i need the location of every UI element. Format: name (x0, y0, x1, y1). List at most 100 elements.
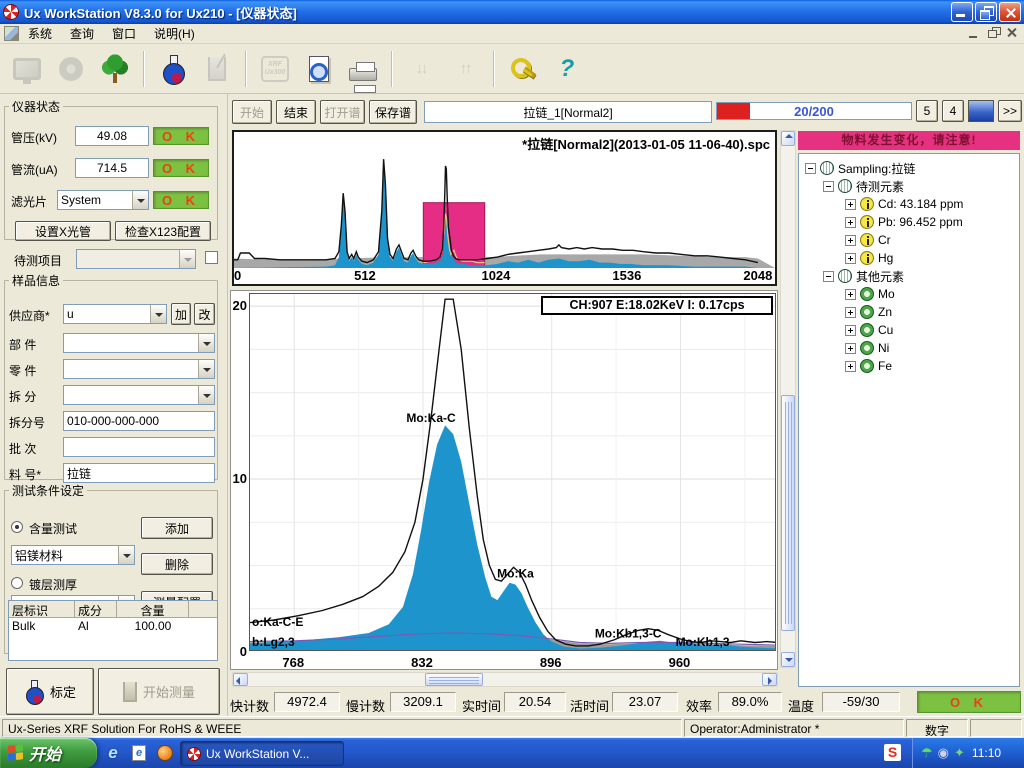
scroll-left-button[interactable] (233, 673, 248, 686)
chart-vertical-scrollbar[interactable] (780, 130, 796, 668)
collapse-icon[interactable] (823, 271, 834, 282)
expand-icon[interactable] (845, 361, 856, 372)
report-preview-icon[interactable] (300, 49, 338, 89)
menu-item[interactable]: 系统 (19, 23, 61, 44)
horizontal-scroll-thumb[interactable] (425, 673, 483, 686)
expand-icon[interactable] (845, 199, 856, 210)
ime-s-icon[interactable]: S (884, 744, 901, 761)
explorer-doc-icon[interactable]: e (130, 744, 148, 762)
menu-item[interactable]: 窗口 (103, 23, 145, 44)
sample-input-5[interactable]: 拉链 (63, 463, 215, 483)
tree-item[interactable]: Pb: 96.452 ppm (799, 213, 1019, 231)
calibrate-button[interactable]: 标定 (6, 668, 94, 715)
content-test-radio[interactable] (11, 521, 23, 533)
expand-icon[interactable] (845, 217, 856, 228)
coating-test-radio[interactable] (11, 577, 23, 589)
expand-icon[interactable] (845, 343, 856, 354)
scroll-right-button[interactable] (762, 673, 777, 686)
chevron-down-icon[interactable] (198, 360, 214, 378)
tree-item[interactable]: Zn (799, 303, 1019, 321)
next-page-button[interactable]: >> (998, 100, 1022, 122)
page-button-4[interactable]: 4 (942, 100, 964, 122)
add-supplier-button[interactable]: 加 (171, 303, 191, 325)
chevron-down-icon[interactable] (150, 305, 166, 323)
collapse-icon[interactable] (823, 181, 834, 192)
page-button-5[interactable]: 5 (916, 100, 938, 122)
tree-item[interactable]: Sampling:拉链 (799, 159, 1019, 177)
minimize-button[interactable] (951, 2, 973, 22)
axis-tick-label: 960 (669, 655, 691, 670)
table-row[interactable]: Bulk Al 100.00 (9, 618, 217, 634)
sample-select-1[interactable] (63, 359, 215, 379)
counter-label: 快计数 (230, 696, 269, 715)
ie-icon[interactable]: e (104, 744, 122, 762)
set-xray-tube-button[interactable]: 设置X光管 (15, 221, 111, 241)
child-window-icon[interactable] (4, 26, 19, 41)
vertical-scroll-thumb[interactable] (781, 395, 795, 631)
mdi-minimize-button[interactable] (967, 26, 982, 40)
spectrum-stop-button[interactable]: 结束 (276, 100, 316, 124)
chevron-down-icon[interactable] (132, 191, 148, 209)
tree-item[interactable]: Cd: 43.184 ppm (799, 195, 1019, 213)
expand-icon[interactable] (845, 235, 856, 246)
tree-item-label: Pb: 96.452 ppm (878, 215, 963, 229)
material-select[interactable]: 铝镁材料 (11, 545, 135, 565)
help-icon[interactable]: ? (548, 49, 586, 89)
expand-icon[interactable] (845, 289, 856, 300)
chevron-down-icon[interactable] (118, 546, 134, 564)
sample-select-0[interactable] (63, 333, 215, 353)
pending-item-checkbox[interactable] (205, 251, 218, 264)
menu-item[interactable]: 查询 (61, 23, 103, 44)
tree-item[interactable]: Fe (799, 357, 1019, 375)
expand-icon[interactable] (845, 325, 856, 336)
modify-supplier-button[interactable]: 改 (194, 303, 215, 325)
tree-icon[interactable] (96, 49, 134, 89)
tree-item[interactable]: 待测元素 (799, 177, 1019, 195)
chevron-down-icon[interactable] (198, 386, 214, 404)
tiger-icon[interactable] (156, 744, 174, 762)
sample-select-2[interactable] (63, 385, 215, 405)
tree-item[interactable]: 其他元素 (799, 267, 1019, 285)
tree-item[interactable]: Cu (799, 321, 1019, 339)
collapse-icon[interactable] (805, 163, 816, 174)
volume-tray-icon[interactable]: ◉ (938, 745, 949, 761)
tree-item[interactable]: Hg (799, 249, 1019, 267)
chevron-down-icon[interactable] (198, 334, 214, 352)
green-app-tray-icon[interactable]: ✦ (954, 745, 965, 761)
add-condition-button[interactable]: 添加 (141, 517, 213, 539)
print-icon[interactable] (344, 49, 382, 89)
spectrum-color-swatch[interactable] (968, 100, 994, 122)
taskbar-item-workstation[interactable]: Ux WorkStation V... (180, 741, 344, 766)
sup供应商-select supplier-select[interactable]: u (63, 304, 167, 324)
menu-item[interactable]: 说明(H) (145, 23, 204, 44)
calibrate-flask-icon[interactable] (154, 49, 192, 89)
close-button[interactable] (999, 2, 1021, 22)
filter-select[interactable]: System (57, 190, 149, 210)
spectrum-save-button[interactable]: 保存谱 (369, 100, 417, 124)
restore-button[interactable] (975, 2, 997, 22)
tree-item[interactable]: Ni (799, 339, 1019, 357)
tree-item[interactable]: Mo (799, 285, 1019, 303)
expand-icon[interactable] (845, 307, 856, 318)
start-button[interactable]: 开始 (0, 738, 97, 768)
sample-input-4[interactable] (63, 437, 215, 457)
scroll-down-button[interactable] (781, 652, 795, 667)
spectrum-open-button: 打开谱 (320, 100, 365, 124)
element-icon (860, 323, 874, 337)
tree-item[interactable]: Cr (799, 231, 1019, 249)
toolbar-separator (245, 51, 247, 87)
spectrum-name-field[interactable]: 拉链_1[Normal2] (424, 101, 712, 123)
mdi-restore-button[interactable] (986, 26, 1001, 40)
expand-icon[interactable] (845, 253, 856, 264)
chart-horizontal-scrollbar[interactable] (232, 672, 778, 687)
keys-icon[interactable] (504, 49, 542, 89)
check-x123-config-button[interactable]: 检查X123配置 (115, 221, 211, 241)
scroll-up-button[interactable] (781, 131, 795, 146)
delete-condition-button[interactable]: 删除 (141, 553, 213, 575)
mdi-close-button[interactable] (1005, 26, 1020, 40)
umbrella-tray-icon[interactable]: ☂ (921, 745, 933, 761)
sample-input-3[interactable]: 010-000-000-000 (63, 411, 215, 431)
main-spectrum-chart[interactable]: Mo:Ka-CMo:Kao:Ka-C-Eb:Lg2,3Mo:Kb1,3-CMo:… (249, 293, 776, 651)
counter-value: 23.07 (612, 692, 678, 712)
instrument-status-title: 仪器状态 (9, 98, 63, 115)
